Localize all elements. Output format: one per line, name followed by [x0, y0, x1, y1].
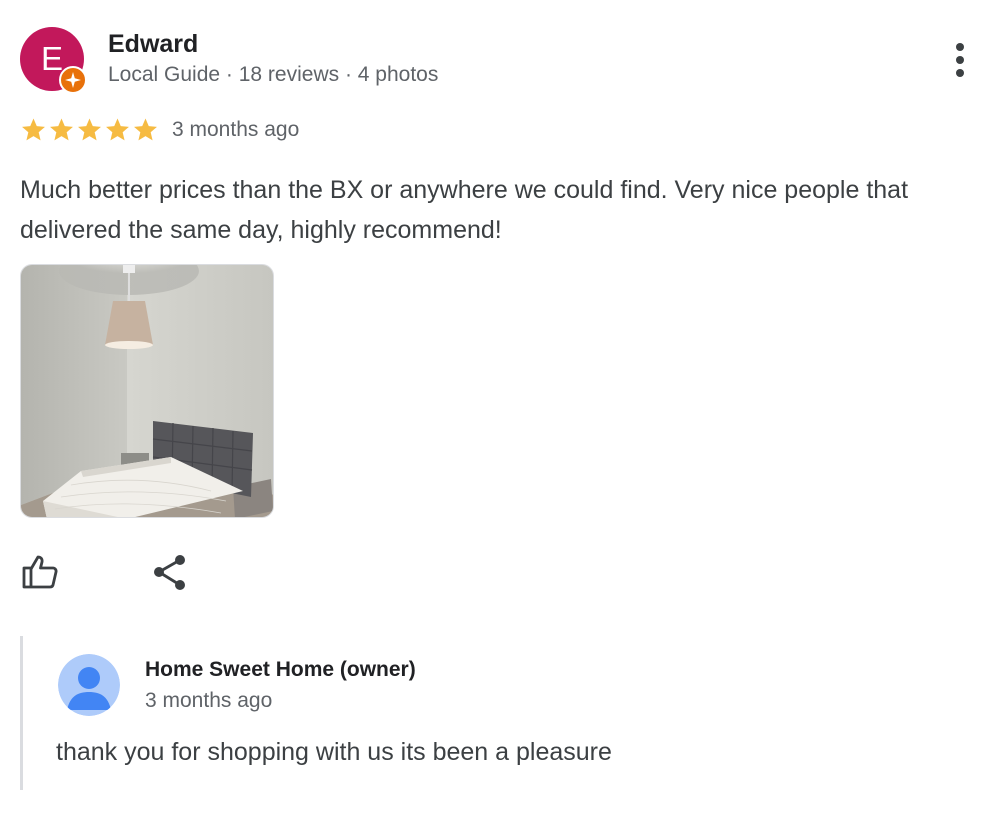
more-vert-icon — [956, 43, 964, 51]
share-icon — [154, 555, 185, 590]
person-icon — [58, 654, 120, 716]
star-icon — [50, 118, 73, 141]
star-icon — [22, 118, 45, 141]
owner-avatar — [58, 654, 120, 716]
star-icon — [134, 118, 157, 141]
like-button[interactable] — [18, 552, 62, 592]
star-icon — [78, 118, 101, 141]
thumbs-up-icon — [22, 555, 58, 589]
review-card: E Edward Local Guide · 18 reviews · 4 ph… — [0, 0, 998, 820]
author-name[interactable]: Edward — [108, 30, 198, 59]
author-meta: Local Guide · 18 reviews · 4 photos — [108, 63, 439, 86]
star-rating — [20, 116, 159, 144]
star-icon — [106, 118, 129, 141]
share-button[interactable] — [148, 552, 192, 592]
owner-reply-text: thank you for shopping with us its been … — [56, 738, 612, 766]
review-text: Much better prices than the BX or anywhe… — [20, 176, 909, 244]
review-photo[interactable] — [20, 264, 274, 518]
local-guide-badge-icon — [59, 66, 87, 94]
owner-name: Home Sweet Home (owner) — [145, 658, 416, 681]
more-options-button[interactable] — [942, 38, 978, 82]
author-initial: E — [40, 40, 63, 77]
owner-reply: Home Sweet Home (owner) 3 months ago tha… — [20, 636, 983, 790]
owner-reply-date: 3 months ago — [145, 689, 273, 712]
review-date: 3 months ago — [172, 118, 300, 141]
